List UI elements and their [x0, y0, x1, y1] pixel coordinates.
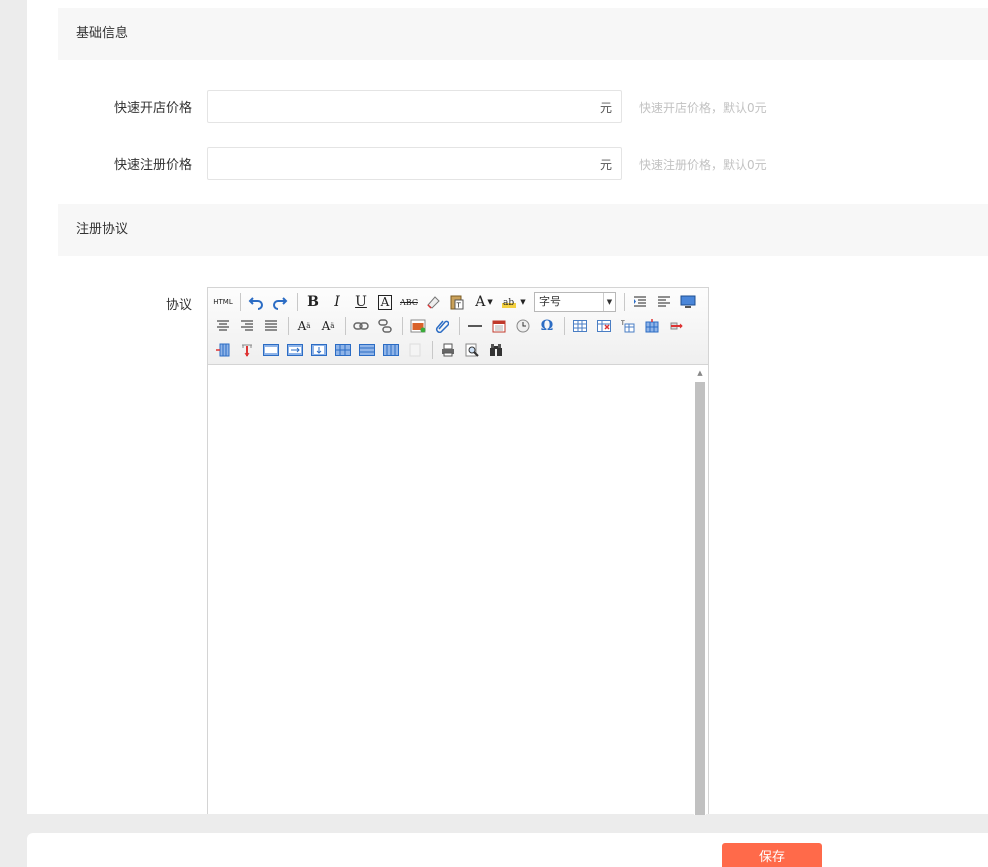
- print-icon[interactable]: [437, 340, 459, 360]
- footer-bar: 保存: [27, 833, 988, 867]
- page-break-icon[interactable]: [404, 340, 426, 360]
- fullscreen-icon[interactable]: [677, 292, 699, 312]
- superscript-icon[interactable]: Aä: [293, 316, 315, 336]
- redo-icon[interactable]: [269, 292, 291, 312]
- indent-icon[interactable]: [629, 292, 651, 312]
- delete-table-icon[interactable]: [593, 316, 615, 336]
- save-button[interactable]: 保存: [722, 843, 822, 867]
- split-cells-icon[interactable]: [332, 340, 354, 360]
- align-right-icon[interactable]: [236, 316, 258, 336]
- html-source-button[interactable]: HTML: [212, 292, 234, 312]
- italic-icon[interactable]: I: [326, 292, 348, 312]
- quick-open-price-input-wrap: 元: [207, 90, 622, 123]
- unlink-icon[interactable]: [374, 316, 396, 336]
- quick-register-price-input-wrap: 元: [207, 147, 622, 180]
- eraser-icon[interactable]: [422, 292, 444, 312]
- clock-icon[interactable]: [512, 316, 534, 336]
- svg-text:T: T: [621, 320, 625, 327]
- quick-open-price-hint: 快速开店价格，默认0元: [639, 101, 767, 115]
- underline-icon[interactable]: U: [350, 292, 372, 312]
- toolbar-separator: [345, 317, 346, 335]
- quick-register-price-label: 快速注册价格: [113, 158, 192, 173]
- attachment-icon[interactable]: [431, 316, 453, 336]
- scroll-thumb[interactable]: [695, 382, 705, 815]
- rich-text-editor: HTML B I U A ABC T A ▼ ab ▼ 字号 ▼ A ä A ä…: [207, 287, 709, 815]
- unit-label: 元: [599, 101, 612, 115]
- quick-register-price-input[interactable]: [208, 148, 588, 179]
- toolbar-separator: [432, 341, 433, 359]
- merge-right-icon[interactable]: [284, 340, 306, 360]
- toolbar-separator: [288, 317, 289, 335]
- scroll-up-icon[interactable]: ▲: [694, 368, 706, 378]
- preview-icon[interactable]: [461, 340, 483, 360]
- unit-label: 元: [599, 158, 612, 172]
- insert-row-icon[interactable]: [641, 316, 663, 336]
- section-header-agreement: 注册协议: [58, 204, 988, 256]
- quick-register-price-hint: 快速注册价格，默认0元: [639, 158, 767, 172]
- insert-column-icon[interactable]: [212, 340, 234, 360]
- section-title: 基础信息: [76, 26, 129, 41]
- agreement-label: 协议: [165, 298, 192, 313]
- merge-down-icon[interactable]: [308, 340, 330, 360]
- align-justify-icon[interactable]: [260, 316, 282, 336]
- svg-text:T: T: [456, 302, 462, 310]
- special-char-icon[interactable]: Ω: [536, 316, 558, 336]
- quick-open-price-input[interactable]: [208, 91, 588, 122]
- delete-row-icon[interactable]: [665, 316, 687, 336]
- font-size-value: 字号: [539, 295, 561, 308]
- section-header-basic: 基础信息: [58, 8, 988, 60]
- toolbar-separator: [402, 317, 403, 335]
- split-rows-icon[interactable]: [356, 340, 378, 360]
- toolbar-separator: [240, 293, 241, 311]
- toolbar-separator: [297, 293, 298, 311]
- toolbar-separator: [459, 317, 460, 335]
- align-left-icon[interactable]: [653, 292, 675, 312]
- subscript-icon[interactable]: Aä: [317, 316, 339, 336]
- search-replace-icon[interactable]: [485, 340, 507, 360]
- merge-cells-icon[interactable]: [260, 340, 282, 360]
- editor-content-area[interactable]: ▲: [208, 366, 708, 815]
- delete-column-icon[interactable]: [236, 340, 258, 360]
- bold-icon[interactable]: B: [302, 292, 324, 312]
- split-columns-icon[interactable]: [380, 340, 402, 360]
- align-center-icon[interactable]: [212, 316, 234, 336]
- image-icon[interactable]: [407, 316, 429, 336]
- table-icon[interactable]: [569, 316, 591, 336]
- font-size-select[interactable]: 字号 ▼: [534, 292, 616, 312]
- paste-text-icon[interactable]: T: [446, 292, 468, 312]
- toolbar-separator: [564, 317, 565, 335]
- strikethrough-icon[interactable]: ABC: [398, 292, 420, 312]
- undo-icon[interactable]: [245, 292, 267, 312]
- quick-open-price-label: 快速开店价格: [113, 101, 192, 116]
- editor-toolbar: HTML B I U A ABC T A ▼ ab ▼ 字号 ▼ A ä A ä…: [208, 288, 708, 365]
- toolbar-separator: [624, 293, 625, 311]
- date-icon[interactable]: [488, 316, 510, 336]
- table-title-icon[interactable]: T: [617, 316, 639, 336]
- highlight-color-icon[interactable]: ab ▼: [500, 292, 528, 312]
- form-panel: 基础信息 快速开店价格 元 快速开店价格，默认0元 快速注册价格 元 快速注册价…: [27, 0, 988, 815]
- font-color-icon[interactable]: A ▼: [470, 292, 498, 312]
- section-title: 注册协议: [76, 222, 129, 237]
- svg-text:ab: ab: [503, 298, 514, 308]
- horizontal-rule-icon[interactable]: [464, 316, 486, 336]
- editor-scrollbar[interactable]: ▲: [694, 366, 706, 815]
- html-source-label: HTML: [213, 298, 233, 306]
- link-icon[interactable]: [350, 316, 372, 336]
- chevron-down-icon: ▼: [603, 293, 615, 311]
- font-border-icon[interactable]: A: [374, 292, 396, 312]
